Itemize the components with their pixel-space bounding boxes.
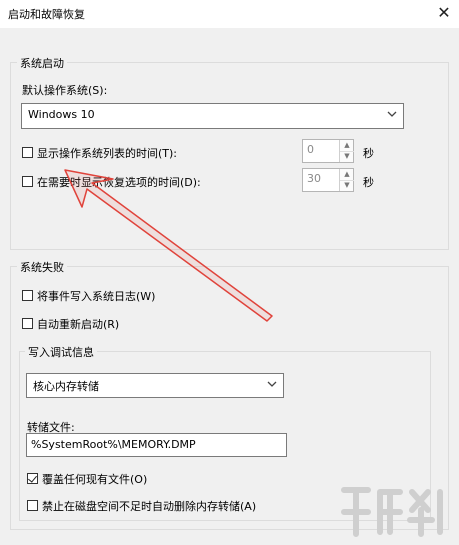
chevron-down-icon [387, 111, 397, 117]
show-recovery-spinner[interactable]: 30 ▲ ▼ [302, 168, 354, 192]
dump-file-value: %SystemRoot%\MEMORY.DMP [31, 438, 196, 451]
overwrite-label: 覆盖任何现有文件(O) [42, 473, 148, 486]
dump-type-select[interactable]: 核心内存转储 [26, 373, 284, 398]
show-os-list-checkbox[interactable] [22, 147, 33, 158]
show-recovery-checkbox[interactable] [22, 176, 33, 187]
window-title: 启动和故障恢复 [8, 8, 85, 21]
watermark-logo [341, 487, 443, 537]
disable-auto-delete-checkbox[interactable] [27, 500, 38, 511]
default-os-select[interactable]: Windows 10 [21, 103, 404, 129]
spin-down-icon[interactable]: ▼ [340, 180, 354, 191]
chevron-down-icon [267, 381, 277, 387]
default-os-value: Windows 10 [28, 108, 95, 121]
default-os-label: 默认操作系统(S): [22, 84, 108, 97]
show-os-list-unit: 秒 [363, 147, 374, 160]
show-os-list-label: 显示操作系统列表的时间(T): [37, 147, 178, 160]
debug-info-group-label: 写入调试信息 [25, 344, 97, 360]
auto-restart-label: 自动重新启动(R) [37, 318, 120, 331]
spin-down-icon[interactable]: ▼ [340, 151, 354, 162]
show-recovery-label: 在需要时显示恢复选项的时间(D): [37, 176, 201, 189]
show-os-list-spin-buttons: ▲ ▼ [339, 140, 354, 162]
show-os-list-value: 0 [307, 143, 314, 156]
dump-file-input[interactable]: %SystemRoot%\MEMORY.DMP [26, 433, 287, 457]
show-os-list-spinner[interactable]: 0 ▲ ▼ [302, 139, 354, 163]
close-icon[interactable]: ✕ [430, 0, 458, 26]
disable-auto-delete-label: 禁止在磁盘空间不足时自动删除内存转储(A) [42, 500, 257, 513]
write-event-log-label: 将事件写入系统日志(W) [37, 290, 156, 303]
system-failure-group-label: 系统失败 [17, 259, 67, 275]
system-startup-group-label: 系统启动 [17, 55, 67, 71]
auto-restart-checkbox[interactable] [22, 318, 33, 329]
overwrite-checkbox[interactable] [27, 473, 38, 484]
show-recovery-spin-buttons: ▲ ▼ [339, 169, 354, 191]
show-recovery-value: 30 [307, 172, 321, 185]
show-recovery-unit: 秒 [363, 176, 374, 189]
dump-type-value: 核心内存转储 [33, 380, 99, 393]
write-event-log-checkbox[interactable] [22, 290, 33, 301]
